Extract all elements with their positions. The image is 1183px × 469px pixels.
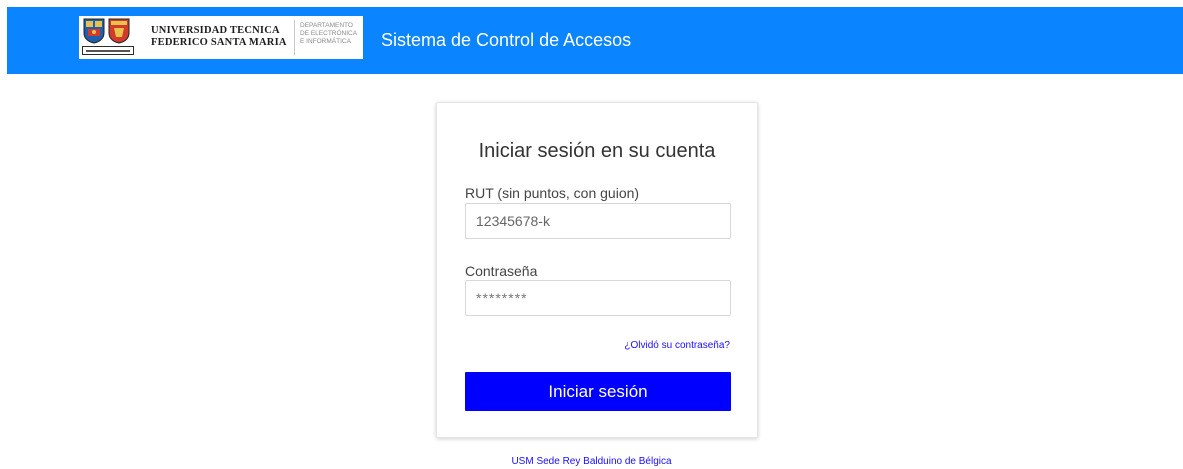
campus-footer-link[interactable]: USM Sede Rey Balduino de Bélgica bbox=[0, 456, 1183, 467]
department-name-line3: E INFORMÁTICA bbox=[300, 38, 351, 45]
crest-ribbon bbox=[82, 46, 134, 55]
login-card: Iniciar sesión en su cuenta RUT (sin pun… bbox=[436, 102, 758, 438]
top-strip bbox=[0, 0, 1183, 7]
login-button[interactable]: Iniciar sesión bbox=[465, 372, 731, 411]
forgot-password-link[interactable]: ¿Olvidó su contraseña? bbox=[624, 340, 730, 351]
department-name-line1: DEPARTAMENTO bbox=[300, 22, 353, 29]
university-name-line2: FEDERICO SANTA MARIA bbox=[151, 37, 287, 48]
login-title: Iniciar sesión en su cuenta bbox=[478, 140, 716, 162]
rut-input[interactable] bbox=[465, 203, 731, 239]
rut-label: RUT (sin puntos, con guion) bbox=[465, 185, 640, 201]
department-name: DEPARTAMENTO DE ELECTRÓNICA E INFORMÁTIC… bbox=[300, 22, 360, 46]
university-name: UNIVERSIDAD TECNICA FEDERICO SANTA MARIA bbox=[151, 25, 291, 49]
password-label: Contraseña bbox=[465, 263, 538, 279]
university-logo[interactable]: UNIVERSIDAD TECNICA FEDERICO SANTA MARIA… bbox=[79, 16, 363, 59]
department-crest-icon bbox=[108, 18, 130, 44]
university-crest-icon bbox=[83, 18, 105, 44]
university-name-line1: UNIVERSIDAD TECNICA bbox=[151, 25, 280, 36]
password-input[interactable] bbox=[465, 280, 731, 316]
department-name-line2: DE ELECTRÓNICA bbox=[300, 30, 358, 37]
logo-divider bbox=[294, 20, 295, 55]
app-title: Sistema de Control de Accesos bbox=[381, 30, 632, 50]
